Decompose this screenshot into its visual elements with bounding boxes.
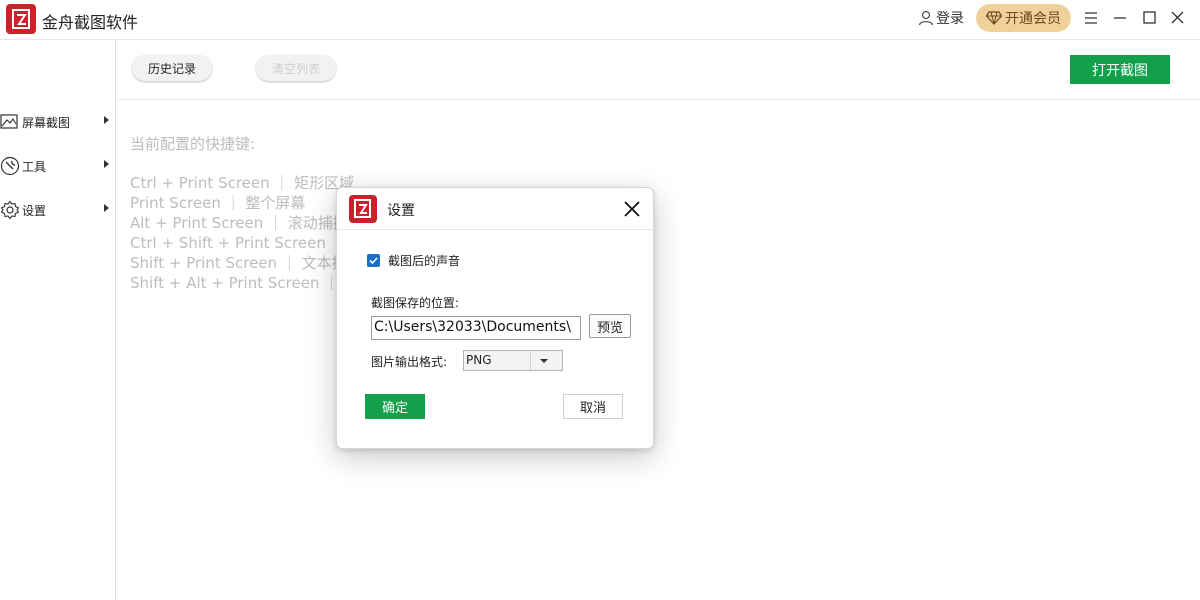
gear-icon [0, 200, 20, 220]
ok-button[interactable]: 确定 [365, 394, 425, 419]
sound-label: 截图后的声音 [388, 254, 461, 268]
save-path-input[interactable]: C:\Users\32033\Documents\ [371, 316, 581, 340]
sound-checkbox[interactable] [367, 254, 380, 267]
dialog-close-icon[interactable] [622, 199, 642, 219]
hamburger-icon[interactable] [1080, 8, 1102, 28]
chevron-right-icon [104, 116, 109, 124]
vip-label: 开通会员 [1005, 11, 1061, 27]
app-logo [6, 4, 36, 34]
sidebar-item-label: 设置 [22, 203, 47, 218]
sound-option[interactable]: 截图后的声音 [367, 252, 460, 269]
app-title: 金舟截图软件 [42, 13, 139, 32]
screenshot-icon [0, 114, 18, 129]
dialog-logo [349, 195, 377, 223]
cancel-button[interactable]: 取消 [563, 394, 623, 419]
chevron-down-icon [530, 351, 558, 370]
history-button[interactable]: 历史记录 [132, 55, 212, 81]
hotkey-row: Ctrl + Shift + Print Screen ｜ 局 [130, 234, 366, 252]
sidebar-item-settings[interactable]: 设置 [0, 195, 116, 225]
sidebar-item-screenshot[interactable]: 屏幕截图 [0, 107, 116, 137]
format-value: PNG [466, 353, 492, 367]
open-screenshot-button[interactable]: 打开截图 [1070, 55, 1170, 84]
save-location-label: 截图保存的位置: [371, 296, 460, 310]
login-label: 登录 [936, 11, 964, 27]
hotkeys-list: Ctrl + Print Screen ｜ 矩形区域 Print Screen … [130, 173, 365, 293]
diamond-icon [986, 11, 1002, 25]
close-icon[interactable] [1166, 8, 1188, 28]
hotkey-row: Ctrl + Print Screen ｜ 矩形区域 [130, 174, 355, 192]
app-window: 金舟截图软件 登录 开通会员 屏幕截图 工具 设置 历史记录 清空列表 打开截图… [0, 0, 1200, 600]
format-label: 图片输出格式: [371, 355, 448, 369]
login-button[interactable]: 登录 [918, 8, 964, 28]
hotkey-row: Shift + Print Screen ｜ 文本捕 [130, 254, 347, 272]
vip-button[interactable]: 开通会员 [976, 4, 1071, 32]
title-bar: 金舟截图软件 登录 开通会员 [0, 0, 1200, 40]
hotkey-row: Print Screen ｜ 整个屏幕 [130, 194, 306, 212]
maximize-icon[interactable] [1138, 8, 1160, 28]
browse-button[interactable]: 预览 [589, 314, 631, 338]
chevron-right-icon [104, 204, 109, 212]
sidebar-item-label: 工具 [22, 159, 47, 174]
minimize-icon[interactable] [1109, 8, 1131, 28]
hotkey-row: Alt + Print Screen ｜ 滚动捕捉 [130, 214, 348, 232]
user-icon [918, 10, 934, 26]
dialog-header: 设置 [337, 188, 653, 230]
settings-dialog: 设置 截图后的声音 截图保存的位置: C:\Users\32033\Docume… [336, 187, 654, 449]
format-select[interactable]: PNG [463, 350, 563, 371]
sidebar-item-tools[interactable]: 工具 [0, 151, 116, 181]
chevron-right-icon [104, 160, 109, 168]
sidebar-item-label: 屏幕截图 [22, 115, 71, 130]
check-icon [369, 257, 378, 265]
hotkey-row: Shift + Alt + Print Screen ｜ 自 [130, 274, 359, 292]
toolbar: 历史记录 清空列表 打开截图 [117, 40, 1200, 100]
wrench-icon [0, 156, 20, 176]
sidebar: 屏幕截图 工具 设置 [0, 40, 116, 600]
clear-list-button[interactable]: 清空列表 [256, 55, 336, 81]
hotkeys-title: 当前配置的快捷键: [130, 135, 256, 153]
dialog-title: 设置 [387, 203, 415, 219]
